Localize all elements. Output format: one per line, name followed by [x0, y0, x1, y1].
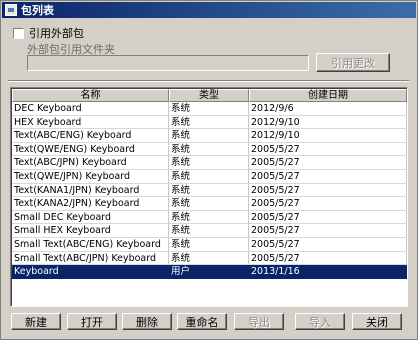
- cell-date: 2005/5/27: [249, 237, 407, 252]
- table-row[interactable]: DEC Keyboard 系统 2012/9/6: [12, 102, 407, 116]
- cell-type: 系统: [169, 142, 249, 157]
- cell-name: Small Text(ABC/JPN) Keyboard: [12, 251, 169, 266]
- cell-type: 系统: [169, 115, 249, 130]
- table-row[interactable]: Small HEX Keyboard 系统 2005/5/27: [12, 224, 407, 238]
- cell-date: 2012/9/10: [249, 129, 407, 143]
- cell-type: 系统: [169, 210, 249, 225]
- cell-date: 2005/5/27: [249, 156, 407, 170]
- table-row[interactable]: Small Text(ABC/JPN) Keyboard 系统 2005/5/27: [12, 251, 407, 266]
- cell-type: 系统: [169, 183, 249, 198]
- cell-name: Small Text(ABC/ENG) Keyboard: [12, 237, 169, 252]
- cell-name: HEX Keyboard: [12, 115, 169, 130]
- cell-date: 2005/5/27: [249, 169, 407, 184]
- cell-date: 2012/9/6: [249, 102, 407, 116]
- external-folder-path-field[interactable]: [27, 55, 309, 71]
- use-external-package-option[interactable]: 引用外部包: [13, 25, 84, 41]
- divider: [8, 80, 409, 82]
- close-button[interactable]: 关闭: [352, 313, 402, 330]
- cell-type: 系统: [169, 169, 249, 184]
- table-row[interactable]: Text(QWE/JPN) Keyboard 系统 2005/5/27: [12, 169, 407, 184]
- cell-type: 系统: [169, 197, 249, 211]
- cell-date: 2005/5/27: [249, 210, 407, 225]
- table-row[interactable]: Text(QWE/ENG) Keyboard 系统 2005/5/27: [12, 142, 407, 157]
- cell-name: DEC Keyboard: [12, 102, 169, 116]
- table-row[interactable]: Small DEC Keyboard 系统 2005/5/27: [12, 210, 407, 225]
- package-list[interactable]: 名称 类型 创建日期 DEC Keyboard 系统 2012/9/6 HEX Key…: [10, 87, 408, 307]
- cell-date: 2005/5/27: [249, 224, 407, 238]
- cell-name: Text(KANA2/JPN) Keyboard: [12, 197, 169, 211]
- cell-type: 用户: [169, 265, 249, 279]
- cell-date: 2013/1/16: [249, 265, 407, 279]
- cell-type: 系统: [169, 156, 249, 170]
- table-row[interactable]: Small Text(ABC/ENG) Keyboard 系统 2005/5/27: [12, 237, 407, 252]
- table-row[interactable]: Text(ABC/JPN) Keyboard 系统 2005/5/27: [12, 156, 407, 170]
- window-icon: [5, 4, 17, 16]
- table-row[interactable]: Text(KANA2/JPN) Keyboard 系统 2005/5/27: [12, 197, 407, 211]
- title-bar[interactable]: 包列表: [2, 2, 416, 18]
- cell-name: Text(QWE/ENG) Keyboard: [12, 142, 169, 157]
- window-title: 包列表: [21, 4, 54, 17]
- cell-name: Text(KANA1/JPN) Keyboard: [12, 183, 169, 198]
- cell-date: 2012/9/10: [249, 115, 407, 130]
- use-external-package-checkbox[interactable]: [13, 27, 24, 39]
- column-header-name[interactable]: 名称: [12, 89, 169, 102]
- rename-button[interactable]: 重命名: [177, 313, 227, 330]
- list-rows: DEC Keyboard 系统 2012/9/6 HEX Keyboard 系统 2012…: [12, 102, 407, 279]
- cell-type: 系统: [169, 224, 249, 238]
- cell-name: Text(ABC/JPN) Keyboard: [12, 156, 169, 170]
- use-external-package-label: 引用外部包: [29, 27, 84, 40]
- table-row[interactable]: Keyboard 用户 2013/1/16: [12, 265, 407, 279]
- import-button[interactable]: 导入: [295, 313, 345, 330]
- cell-date: 2005/5/27: [249, 251, 407, 266]
- cell-name: Text(ABC/ENG) Keyboard: [12, 129, 169, 143]
- list-header: 名称 类型 创建日期: [12, 89, 407, 102]
- package-list-window: 包列表 引用外部包 外部包引用文件夹 引用更改 名称 类型 创建日期 DEC K…: [0, 0, 418, 340]
- cell-date: 2005/5/27: [249, 142, 407, 157]
- cell-type: 系统: [169, 251, 249, 266]
- cell-date: 2005/5/27: [249, 183, 407, 198]
- cell-date: 2005/5/27: [249, 197, 407, 211]
- column-header-type[interactable]: 类型: [169, 89, 249, 102]
- cell-type: 系统: [169, 129, 249, 143]
- cell-type: 系统: [169, 102, 249, 116]
- delete-button[interactable]: 删除: [122, 313, 172, 330]
- new-button[interactable]: 新建: [11, 313, 61, 330]
- change-reference-button[interactable]: 引用更改: [316, 53, 390, 72]
- cell-name: Small HEX Keyboard: [12, 224, 169, 238]
- cell-name: Small DEC Keyboard: [12, 210, 169, 225]
- column-header-date[interactable]: 创建日期: [249, 89, 407, 102]
- table-row[interactable]: Text(KANA1/JPN) Keyboard 系统 2005/5/27: [12, 183, 407, 198]
- export-button[interactable]: 导出: [234, 313, 284, 330]
- cell-type: 系统: [169, 237, 249, 252]
- cell-name: Text(QWE/JPN) Keyboard: [12, 169, 169, 184]
- table-row[interactable]: Text(ABC/ENG) Keyboard 系统 2012/9/10: [12, 129, 407, 143]
- table-row[interactable]: HEX Keyboard 系统 2012/9/10: [12, 115, 407, 130]
- cell-name: Keyboard: [12, 265, 169, 279]
- open-button[interactable]: 打开: [67, 313, 117, 330]
